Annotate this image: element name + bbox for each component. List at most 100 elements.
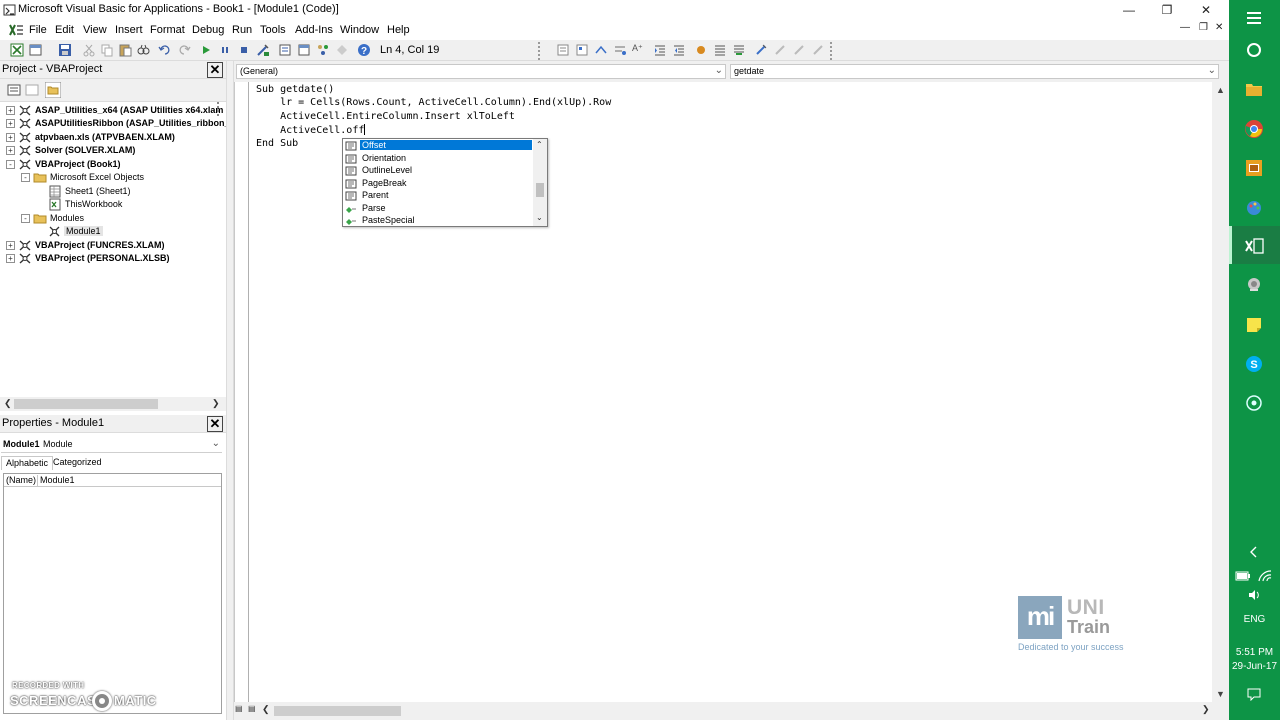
list-constants-icon[interactable] <box>575 43 589 57</box>
intellisense-item[interactable]: PasteSpecial <box>344 215 534 227</box>
scroll-thumb[interactable] <box>536 183 544 197</box>
redo-icon[interactable] <box>177 43 191 57</box>
network-app-icon[interactable] <box>1243 274 1265 296</box>
parameter-info-icon[interactable] <box>613 43 627 57</box>
excel-view-icon[interactable] <box>10 43 24 57</box>
break-icon[interactable] <box>218 43 232 57</box>
menu-insert[interactable]: Insert <box>115 24 143 36</box>
scroll-left-icon[interactable]: ❮ <box>262 704 270 715</box>
code-line[interactable]: lr = Cells(Rows.Count, ActiveCell.Column… <box>256 97 611 108</box>
volume-icon[interactable] <box>1247 588 1261 602</box>
tab-categorized[interactable]: Categorized <box>49 456 106 470</box>
object-browser-icon[interactable] <box>316 43 330 57</box>
code-line-active[interactable]: ActiveCell.off <box>256 124 366 136</box>
tree-scroll-grip[interactable] <box>217 102 225 116</box>
file-explorer-icon[interactable] <box>1243 78 1265 100</box>
wifi-icon[interactable] <box>1257 569 1273 583</box>
close-button[interactable]: ✕ <box>1186 0 1226 20</box>
sticky-notes-icon[interactable] <box>1243 314 1265 336</box>
paint-icon[interactable] <box>1243 196 1265 218</box>
code-line[interactable]: Sub getdate() <box>256 84 334 95</box>
tree-item-excel-objects[interactable]: - Microsoft Excel Objects <box>21 171 226 184</box>
tree-item-modules[interactable]: - Modules <box>21 212 226 225</box>
battery-icon[interactable] <box>1235 570 1251 582</box>
code-vscroll[interactable]: ▲ ▼ <box>1212 82 1229 702</box>
cortana-icon[interactable] <box>1243 39 1265 61</box>
menu-run[interactable]: Run <box>232 24 252 36</box>
procedure-view-icon[interactable]: ▤ <box>235 704 243 713</box>
code-line[interactable]: End Sub <box>256 138 298 149</box>
previous-bookmark-icon[interactable] <box>792 43 806 57</box>
excel-icon[interactable] <box>1243 235 1265 257</box>
tree-item-atpvbaen[interactable]: + atpvbaen.xls (ATPVBAEN.XLAM) <box>6 131 226 144</box>
scroll-right-icon[interactable]: ❯ <box>212 398 220 409</box>
procedure-combo[interactable]: getdate ⌄ <box>730 64 1219 79</box>
complete-word-icon[interactable]: A⁺ <box>632 43 646 57</box>
action-center-icon[interactable] <box>1243 7 1265 29</box>
code-line[interactable]: ActiveCell.EntireColumn.Insert xlToLeft <box>256 111 515 122</box>
intellisense-item[interactable]: PageBreak <box>344 178 534 190</box>
chevron-down-icon[interactable]: ⌄ <box>715 65 723 76</box>
expand-toggle[interactable]: + <box>6 241 15 250</box>
collapse-toggle[interactable]: - <box>6 160 15 169</box>
property-row[interactable]: (Name) Module1 <box>4 474 221 487</box>
full-module-view-icon[interactable]: ▤ <box>248 704 256 713</box>
language-indicator[interactable]: ENG <box>1229 614 1280 625</box>
chevron-down-icon[interactable]: ⌄ <box>212 438 220 449</box>
intellisense-item[interactable]: Offset <box>344 139 534 152</box>
pane-splitter[interactable] <box>226 61 234 720</box>
clock-time[interactable]: 5:51 PM <box>1229 647 1280 658</box>
quick-info-icon[interactable] <box>594 43 608 57</box>
help-icon[interactable]: ? <box>357 43 371 57</box>
project-explorer-icon[interactable] <box>278 43 292 57</box>
run-icon[interactable] <box>199 43 213 57</box>
tree-item-sheet1[interactable]: Sheet1 (Sheet1) <box>36 185 226 198</box>
property-value[interactable]: Module1 <box>37 475 75 487</box>
cut-icon[interactable] <box>82 43 96 57</box>
menu-view[interactable]: View <box>83 24 107 36</box>
code-hscroll[interactable]: ▤ ▤ ❮ ❯ <box>234 702 1229 720</box>
design-mode-icon[interactable] <box>256 43 270 57</box>
find-icon[interactable] <box>136 43 150 57</box>
scroll-right-icon[interactable]: ❯ <box>1202 704 1210 715</box>
code-margin[interactable] <box>235 82 249 702</box>
mdi-close-button[interactable]: ✕ <box>1215 22 1223 33</box>
toolbox-icon[interactable] <box>335 43 349 57</box>
scroll-thumb[interactable] <box>14 399 158 409</box>
tree-item-asap-utilities-ribbon[interactable]: + ASAPUtilitiesRibbon (ASAP_Utilities_ri… <box>6 117 226 130</box>
menu-window[interactable]: Window <box>340 24 379 36</box>
menu-file[interactable]: File <box>29 24 47 36</box>
reset-icon[interactable] <box>237 43 251 57</box>
expand-toggle[interactable]: + <box>6 146 15 155</box>
view-code-icon[interactable] <box>6 82 22 98</box>
collapse-toggle[interactable]: - <box>21 214 30 223</box>
toggle-bookmark-icon[interactable] <box>754 43 768 57</box>
tree-item-vbaproject-book1[interactable]: - VBAProject (Book1) <box>6 158 226 171</box>
toolbar-grip-end[interactable] <box>830 42 836 60</box>
menu-add-ins[interactable]: Add-Ins <box>295 24 333 36</box>
insert-userform-icon[interactable] <box>29 43 43 57</box>
powerpoint-icon[interactable] <box>1243 157 1265 179</box>
outdent-icon[interactable] <box>672 43 686 57</box>
intellisense-item[interactable]: Orientation <box>344 153 534 165</box>
tree-item-thisworkbook[interactable]: ThisWorkbook <box>36 198 226 211</box>
tab-alphabetic[interactable]: Alphabetic <box>1 456 54 470</box>
indent-icon[interactable] <box>653 43 667 57</box>
object-combo[interactable]: (General) ⌄ <box>236 64 726 79</box>
intellisense-scrollbar[interactable]: ⌃ ⌄ <box>533 139 547 226</box>
tree-item-personal[interactable]: + VBAProject (PERSONAL.XLSB) <box>6 252 226 265</box>
edit-list-properties-icon[interactable] <box>556 43 570 57</box>
scroll-down-icon[interactable]: ⌄ <box>536 213 543 222</box>
intellisense-item[interactable]: Parse <box>344 203 534 215</box>
scroll-down-icon[interactable]: ▼ <box>1216 689 1225 699</box>
tree-item-funcres[interactable]: + VBAProject (FUNCRES.XLAM) <box>6 239 226 252</box>
intellisense-list[interactable]: Offset Orientation OutlineLevel PageBrea… <box>342 138 548 227</box>
mdi-minimize-button[interactable]: — <box>1180 22 1190 33</box>
expand-toggle[interactable]: + <box>6 254 15 263</box>
chevron-down-icon[interactable]: ⌄ <box>1208 65 1216 76</box>
expand-toggle[interactable]: + <box>6 106 15 115</box>
toggle-folders-icon[interactable] <box>45 82 61 98</box>
tree-item-solver[interactable]: + Solver (SOLVER.XLAM) <box>6 144 226 157</box>
chrome-icon[interactable] <box>1243 118 1265 140</box>
comment-block-icon[interactable] <box>713 43 727 57</box>
